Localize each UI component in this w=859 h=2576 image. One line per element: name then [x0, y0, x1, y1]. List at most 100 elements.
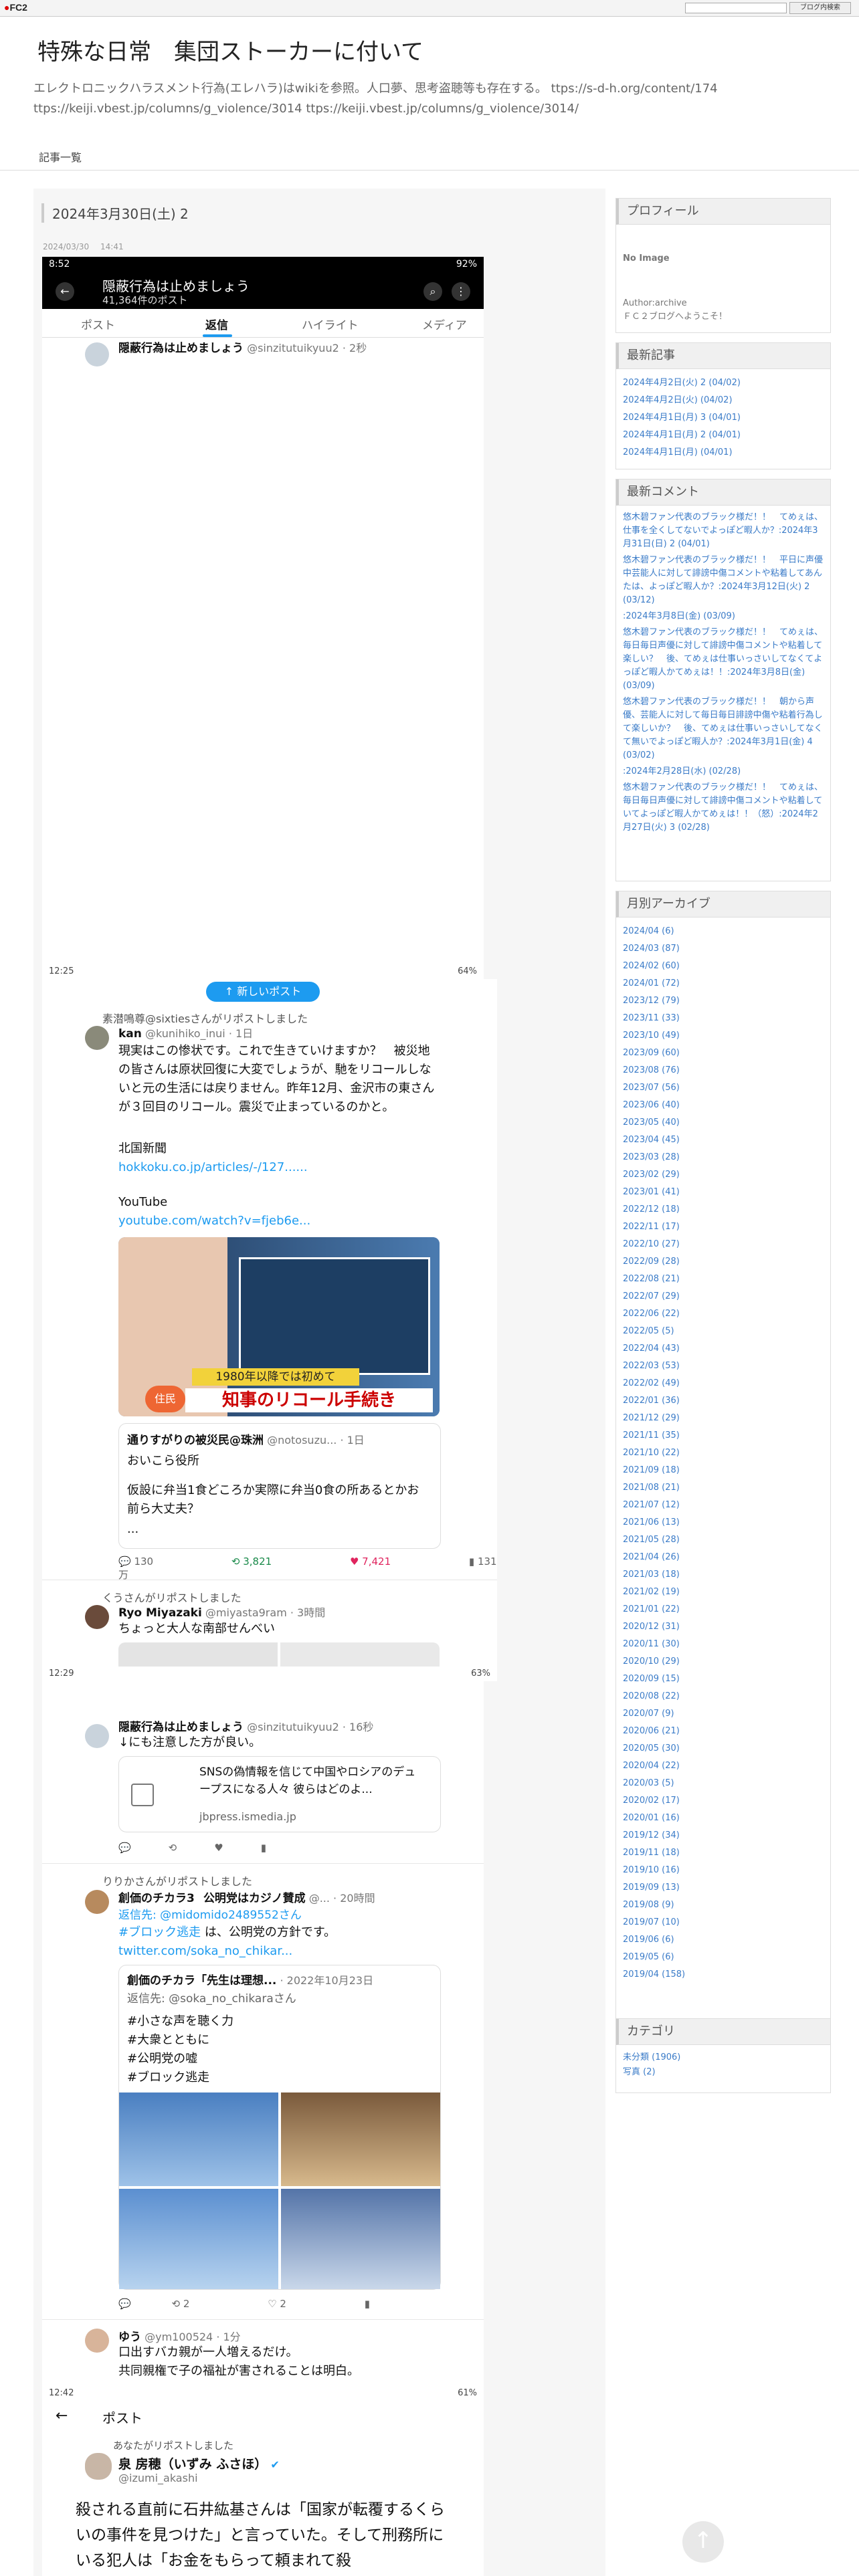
- tweet-author[interactable]: 隠蔽行為は止めましょう: [118, 1721, 244, 1734]
- archive-link[interactable]: 2022/05 (5): [623, 1326, 674, 1336]
- archive-link[interactable]: 2024/04 (6): [623, 926, 674, 936]
- archive-link[interactable]: 2020/03 (5): [623, 1778, 674, 1788]
- archive-link[interactable]: 2022/10 (27): [623, 1239, 680, 1249]
- scroll-to-top-button[interactable]: ↑: [682, 2521, 724, 2563]
- comment-link[interactable]: 悠木碧ファン代表のブラック様だ！！ てめぇは、毎日毎日声優に対して誹謗中傷コメン…: [623, 781, 824, 835]
- reply-count[interactable]: 💬 130: [118, 1555, 191, 1568]
- archive-link[interactable]: 2021/04 (26): [623, 1552, 680, 1562]
- avatar[interactable]: [85, 342, 109, 366]
- archive-link[interactable]: 2022/12 (18): [623, 1204, 680, 1214]
- tweet-link[interactable]: youtube.com/watch?v=fjeb6e...: [118, 1212, 310, 1230]
- archive-link[interactable]: 2021/02 (19): [623, 1587, 680, 1597]
- archive-link[interactable]: 2023/03 (28): [623, 1152, 680, 1162]
- back-arrow-icon[interactable]: ←: [56, 2407, 68, 2424]
- archive-link[interactable]: 2019/11 (18): [623, 1848, 680, 1858]
- archive-link[interactable]: 2022/01 (36): [623, 1396, 680, 1406]
- archive-link[interactable]: 2024/02 (60): [623, 961, 680, 971]
- archive-link[interactable]: 2023/08 (76): [623, 1065, 680, 1075]
- back-arrow-icon[interactable]: ←: [56, 282, 74, 301]
- archive-link[interactable]: 2022/07 (29): [623, 1291, 680, 1301]
- more-icon[interactable]: ⋮: [452, 282, 470, 301]
- archive-link[interactable]: 2019/12 (34): [623, 1830, 680, 1840]
- archive-link[interactable]: 2020/06 (21): [623, 1726, 680, 1736]
- blog-search-input[interactable]: [685, 3, 787, 13]
- tab-replies[interactable]: 返信: [205, 316, 228, 332]
- archive-link[interactable]: 2021/10 (22): [623, 1448, 680, 1458]
- archive-link[interactable]: 2023/01 (41): [623, 1187, 680, 1197]
- archive-link[interactable]: 2022/02 (49): [623, 1378, 680, 1388]
- tweet-actions[interactable]: 💬⟲♥▮: [118, 1842, 304, 1854]
- repost-count[interactable]: ⟲ 2: [171, 2298, 227, 2310]
- recent-post-link[interactable]: 2024年4月1日(月) (04/01): [623, 447, 733, 457]
- author-name[interactable]: 泉 房穂（いずみ ふさほ）: [118, 2457, 267, 2472]
- recent-post-link[interactable]: 2024年4月1日(月) 3 (04/01): [623, 413, 741, 423]
- archive-link[interactable]: 2021/06 (13): [623, 1517, 680, 1527]
- view-icon[interactable]: ▮: [365, 2298, 370, 2310]
- archive-link[interactable]: 2022/03 (53): [623, 1361, 680, 1371]
- like-count[interactable]: ♡ 2: [268, 2298, 324, 2310]
- archive-link[interactable]: 2023/07 (56): [623, 1083, 680, 1093]
- repost-count[interactable]: ⟲ 3,821: [231, 1555, 309, 1568]
- archive-link[interactable]: 2019/07 (10): [623, 1917, 680, 1927]
- hashtag[interactable]: #ブロック逃走: [118, 1925, 201, 1939]
- blog-title[interactable]: 特殊な日常 集団ストーカーに付いて: [37, 33, 423, 66]
- reply-icon[interactable]: 💬: [118, 2298, 131, 2310]
- comment-link[interactable]: 悠木碧ファン代表のブラック様だ！！ 朝から声優、芸能人に対して毎日毎日誹謗中傷や…: [623, 695, 824, 762]
- tweet-media-image[interactable]: [280, 1642, 440, 1669]
- archive-link[interactable]: 2022/04 (43): [623, 1344, 680, 1354]
- archive-link[interactable]: 2023/09 (60): [623, 1048, 680, 1058]
- archive-link[interactable]: 2020/08 (22): [623, 1691, 680, 1701]
- archive-link[interactable]: 2020/09 (15): [623, 1674, 680, 1684]
- reply-to[interactable]: 返信先: @midomido2489552さん: [118, 1906, 302, 1925]
- archive-link[interactable]: 2020/05 (30): [623, 1743, 680, 1753]
- tweet-author[interactable]: 創価のチカラ3: [118, 1892, 195, 1905]
- tweet-link[interactable]: hokkoku.co.jp/articles/-/127......: [118, 1158, 308, 1177]
- archive-link[interactable]: 2023/06 (40): [623, 1100, 680, 1110]
- tweet-author[interactable]: ゆう: [118, 2331, 141, 2344]
- archive-link[interactable]: 2020/01 (16): [623, 1813, 680, 1823]
- archive-link[interactable]: 2019/06 (6): [623, 1935, 674, 1945]
- avatar[interactable]: [85, 1724, 109, 1748]
- category-link[interactable]: 写真 (2): [623, 2067, 656, 2077]
- tweet-media-image[interactable]: 1980年以降では初めて 住民 知事のリコール手続き: [118, 1237, 440, 1416]
- avatar[interactable]: [85, 2453, 112, 2480]
- fc2-logo[interactable]: ●FC2: [4, 2, 27, 13]
- comment-link[interactable]: :2024年2月28日(水) (02/28): [623, 765, 824, 778]
- archive-link[interactable]: 2019/10 (16): [623, 1865, 680, 1875]
- recent-post-link[interactable]: 2024年4月1日(月) 2 (04/01): [623, 430, 741, 440]
- tweet-author[interactable]: kan: [118, 1027, 142, 1041]
- archive-link[interactable]: 2021/11 (35): [623, 1430, 680, 1440]
- comment-link[interactable]: 悠木碧ファン代表のブラック様だ！！ 平日に声優中芸能人に対して誹謗中傷コメントや…: [623, 554, 824, 607]
- archive-link[interactable]: 2021/07 (12): [623, 1500, 680, 1510]
- archive-link[interactable]: 2020/10 (29): [623, 1656, 680, 1667]
- archive-link[interactable]: 2024/03 (87): [623, 944, 680, 954]
- tab-posts[interactable]: ポスト: [81, 316, 115, 332]
- search-icon[interactable]: ⌕: [423, 282, 442, 301]
- archive-link[interactable]: 2023/10 (49): [623, 1031, 680, 1041]
- archive-link[interactable]: 2022/11 (17): [623, 1222, 680, 1232]
- archive-link[interactable]: 2020/02 (17): [623, 1796, 680, 1806]
- avatar[interactable]: [85, 2329, 109, 2353]
- archive-link[interactable]: 2023/05 (40): [623, 1117, 680, 1128]
- archive-link[interactable]: 2023/12 (79): [623, 996, 680, 1006]
- archive-link[interactable]: 2020/07 (9): [623, 1709, 674, 1719]
- article-list-link[interactable]: 記事一覧: [39, 148, 82, 165]
- tweet-author[interactable]: Ryo Miyazaki: [118, 1606, 202, 1620]
- quote-tweet[interactable]: 通りすがりの被災民@珠洲 @notosuzu... · 1日 おいこら役所 仮設…: [118, 1423, 441, 1549]
- tweet-link[interactable]: twitter.com/soka_no_chikar...: [118, 1942, 292, 1961]
- archive-link[interactable]: 2021/03 (18): [623, 1570, 680, 1580]
- tweet-media-image[interactable]: [118, 1642, 278, 1669]
- tweet-author[interactable]: 隠蔽行為は止めましょう: [118, 342, 244, 355]
- archive-link[interactable]: 2022/09 (28): [623, 1257, 680, 1267]
- archive-link[interactable]: 2021/09 (18): [623, 1465, 680, 1475]
- archive-link[interactable]: 2020/04 (22): [623, 1761, 680, 1771]
- archive-link[interactable]: 2019/05 (6): [623, 1952, 674, 1962]
- like-count[interactable]: ♥ 7,421: [350, 1555, 428, 1568]
- archive-link[interactable]: 2019/09 (13): [623, 1883, 680, 1893]
- archive-link[interactable]: 2019/08 (9): [623, 1900, 674, 1910]
- avatar[interactable]: [85, 1890, 109, 1914]
- archive-link[interactable]: 2019/04 (158): [623, 1969, 685, 1979]
- archive-link[interactable]: 2020/12 (31): [623, 1622, 680, 1632]
- archive-link[interactable]: 2024/01 (72): [623, 978, 680, 988]
- recent-post-link[interactable]: 2024年4月2日(火) 2 (04/02): [623, 378, 741, 388]
